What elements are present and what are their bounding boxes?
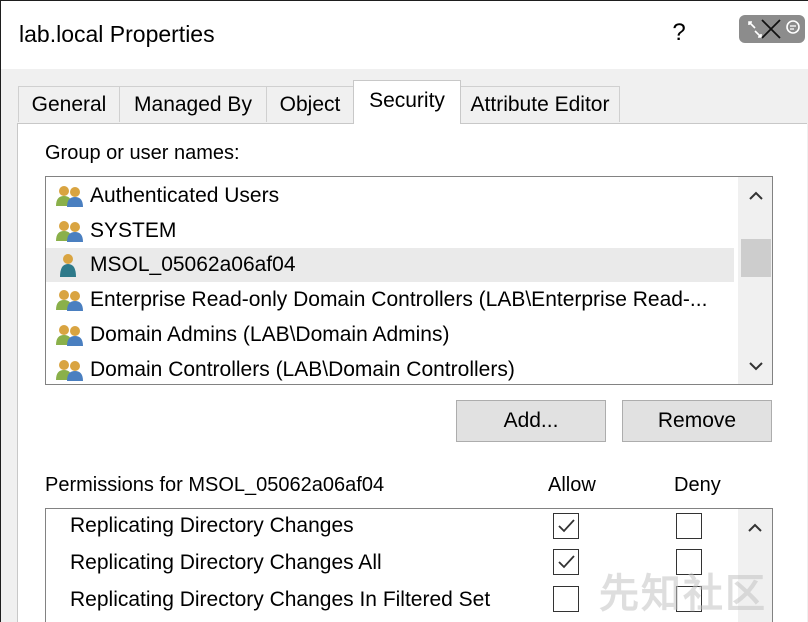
principal-name: MSOL_05062a06af04: [90, 253, 296, 276]
principal-name: Enterprise Read-only Domain Controllers …: [90, 288, 708, 311]
scroll-thumb[interactable]: [741, 239, 771, 277]
help-button[interactable]: ?: [667, 19, 691, 47]
dialog-title: lab.local Properties: [19, 21, 215, 47]
group-users-icon: [56, 360, 83, 381]
group-users-icon: [56, 290, 83, 311]
permissions-for-label: Permissions for MSOL_05062a06af04: [45, 474, 385, 496]
scroll-up-button[interactable]: [739, 179, 772, 213]
principals-scrollbar[interactable]: [738, 177, 772, 384]
principal-name: Domain Controllers (LAB\Domain Controlle…: [90, 358, 515, 381]
principal-name: Domain Admins (LAB\Domain Admins): [90, 323, 450, 346]
permission-row: Replicating Directory Changes: [46, 509, 736, 545]
list-item[interactable]: Enterprise Read-only Domain Controllers …: [54, 283, 734, 317]
principals-listbox[interactable]: Authenticated Users SYSTEM MSOL_05062a06…: [45, 176, 773, 385]
chevron-down-icon: [749, 362, 763, 371]
permission-name: Replicating Directory Changes All: [70, 551, 382, 574]
watermark: 先知社区: [599, 572, 767, 616]
close-icon[interactable]: [759, 17, 783, 41]
list-item[interactable]: Domain Admins (LAB\Domain Admins): [54, 318, 734, 352]
user-icon: [60, 254, 76, 277]
principal-name: SYSTEM: [90, 219, 177, 242]
tab-attribute-editor[interactable]: Attribute Editor: [460, 86, 620, 122]
scroll-down-button[interactable]: [739, 349, 772, 383]
deny-checkbox[interactable]: [676, 513, 702, 539]
group-or-user-names-label: Group or user names:: [45, 142, 240, 164]
list-item[interactable]: Domain Controllers (LAB\Domain Controlle…: [54, 353, 734, 384]
allow-checkbox[interactable]: [553, 513, 579, 539]
chevron-up-icon: [748, 523, 762, 532]
group-users-icon: [56, 221, 83, 242]
tab-object[interactable]: Object: [266, 86, 354, 122]
allow-column-header: Allow: [548, 474, 596, 496]
list-item-selected[interactable]: MSOL_05062a06af04: [46, 248, 734, 282]
tab-general[interactable]: General: [18, 86, 120, 122]
list-item[interactable]: SYSTEM: [54, 214, 734, 248]
allow-checkbox[interactable]: [553, 586, 579, 612]
allow-checkbox[interactable]: [553, 549, 579, 575]
principal-name: Authenticated Users: [90, 184, 280, 207]
add-button[interactable]: Add...: [456, 400, 606, 442]
list-item[interactable]: Authenticated Users: [54, 179, 734, 213]
remove-button[interactable]: Remove: [622, 400, 772, 442]
chevron-up-icon: [749, 191, 763, 200]
tab-managed-by[interactable]: Managed By: [119, 86, 267, 122]
deny-column-header: Deny: [674, 474, 721, 496]
check-icon: [558, 555, 575, 569]
tab-security[interactable]: Security: [353, 80, 461, 124]
scroll-up-button[interactable]: [738, 511, 772, 545]
permission-name: Replicating Directory Changes: [70, 514, 354, 537]
group-users-icon: [56, 186, 83, 207]
group-users-icon: [56, 325, 83, 346]
check-icon: [558, 519, 575, 533]
properties-dialog: lab.local Properties ? General Managed B…: [0, 0, 808, 622]
title-bar: lab.local Properties ?: [1, 1, 808, 69]
permission-name: Replicating Directory Changes In Filtere…: [70, 588, 491, 611]
